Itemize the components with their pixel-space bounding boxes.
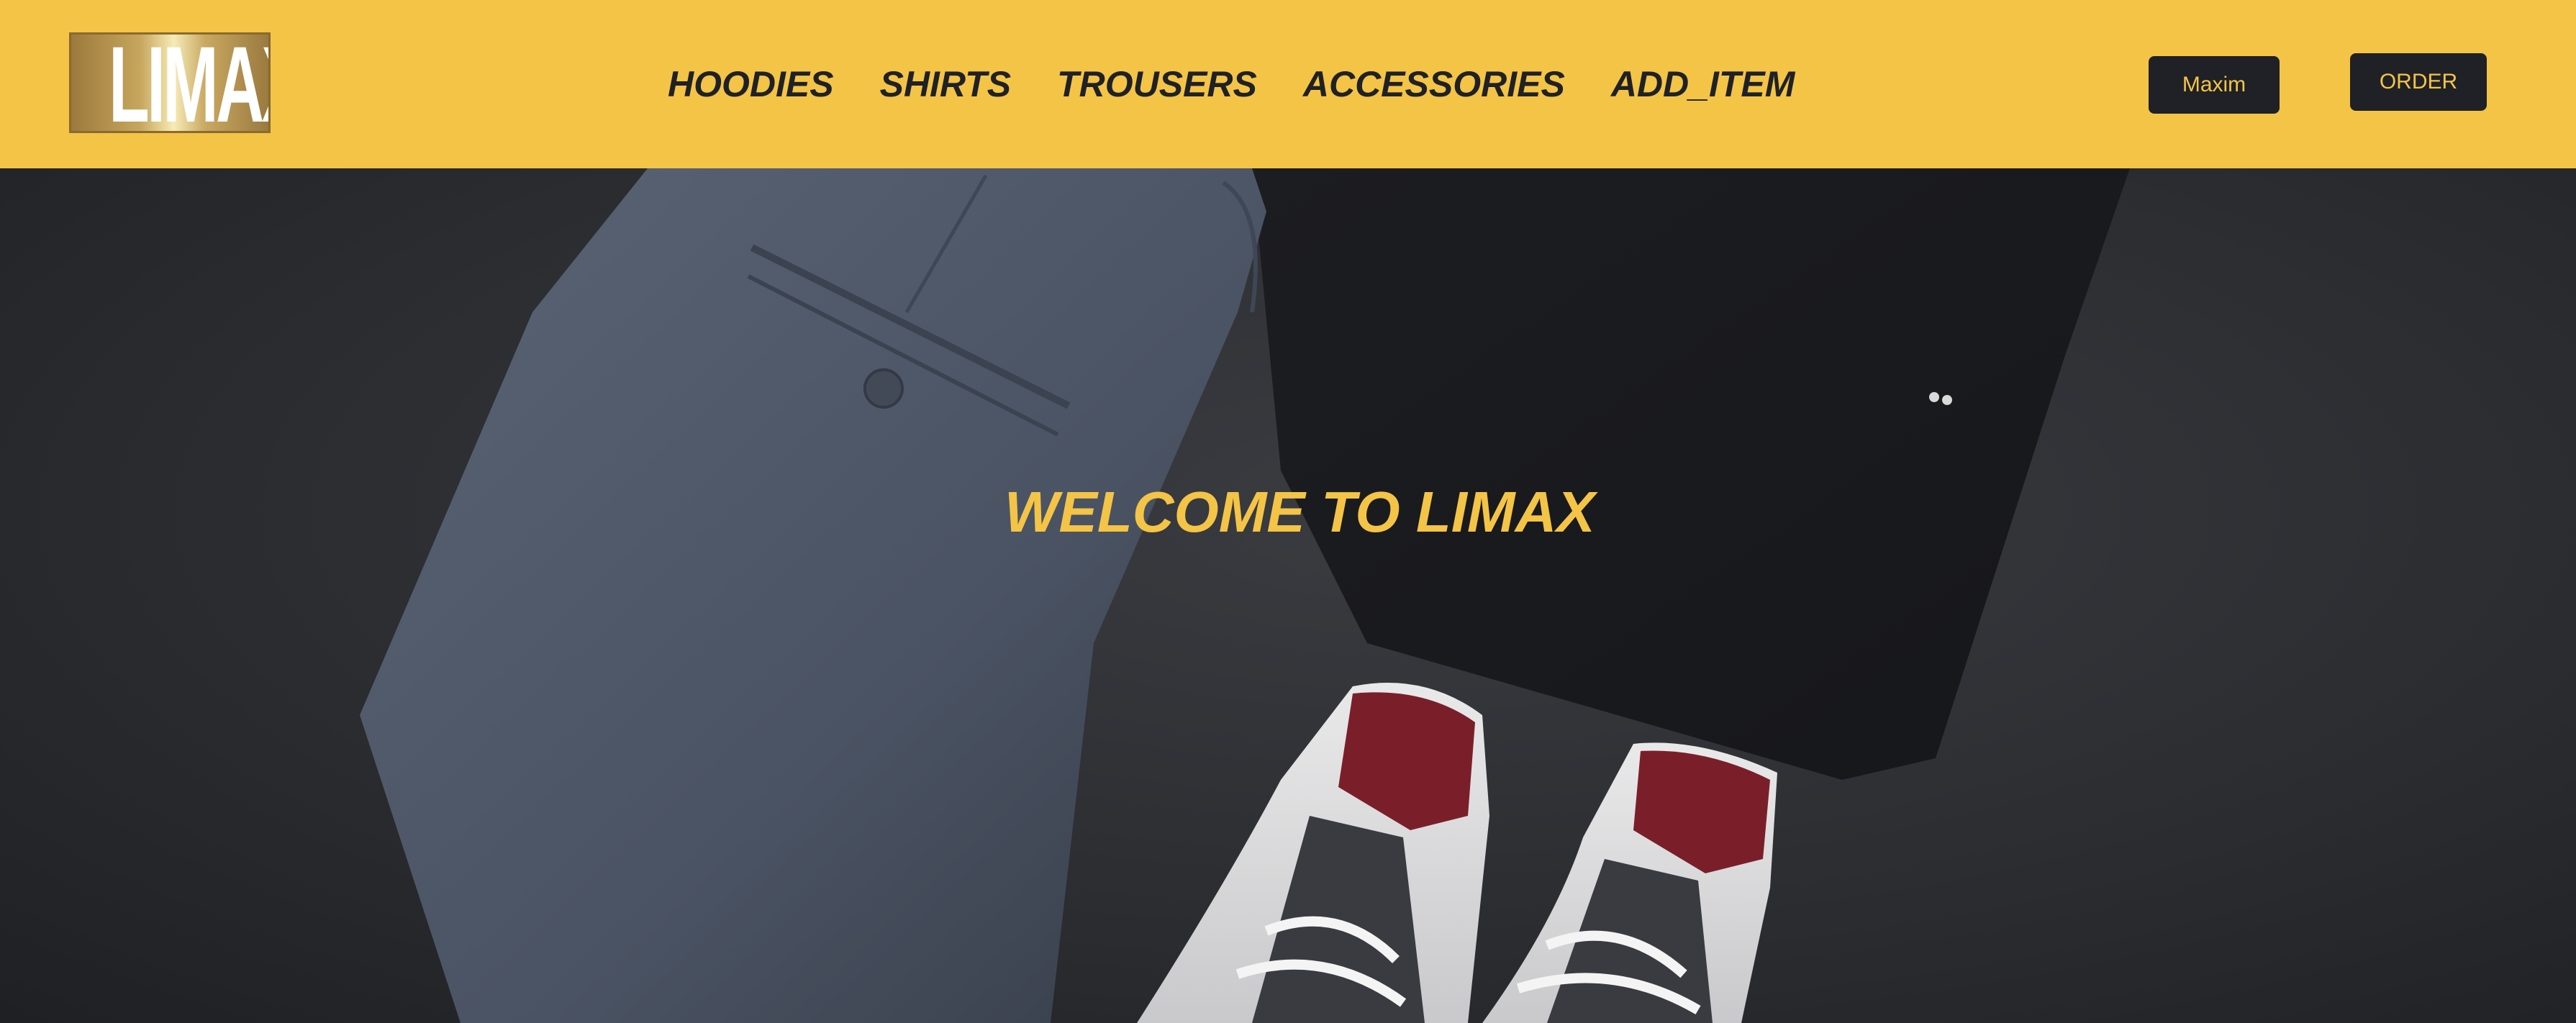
white-sneakers: [1137, 683, 1777, 1023]
nav-shirts-link[interactable]: SHIRTS: [880, 59, 1011, 109]
logo-text: LIMAX: [109, 32, 268, 133]
nav-hoodies-link[interactable]: HOODIES: [668, 59, 834, 109]
site-header: LIMAX HOODIES SHIRTS TROUSERS ACCESSORIE…: [0, 0, 2576, 168]
hero-banner: WELCOME TO LIMAX: [0, 168, 2576, 1023]
nav-accessories-link[interactable]: ACCESSORIES: [1303, 59, 1565, 109]
nav-trousers-link[interactable]: TROUSERS: [1057, 59, 1257, 109]
user-account-button[interactable]: Maxim: [2149, 56, 2280, 114]
limax-logo[interactable]: LIMAX: [69, 32, 271, 133]
order-button[interactable]: ORDER: [2350, 53, 2487, 111]
main-nav: HOODIES SHIRTS TROUSERS ACCESSORIES ADD_…: [668, 59, 1795, 109]
hero-background-image: [360, 168, 2130, 1023]
nav-add-item-link[interactable]: ADD_ITEM: [1611, 59, 1795, 109]
grey-trousers: [360, 168, 1266, 1023]
hero-welcome-title: WELCOME TO LIMAX: [1004, 480, 1595, 544]
